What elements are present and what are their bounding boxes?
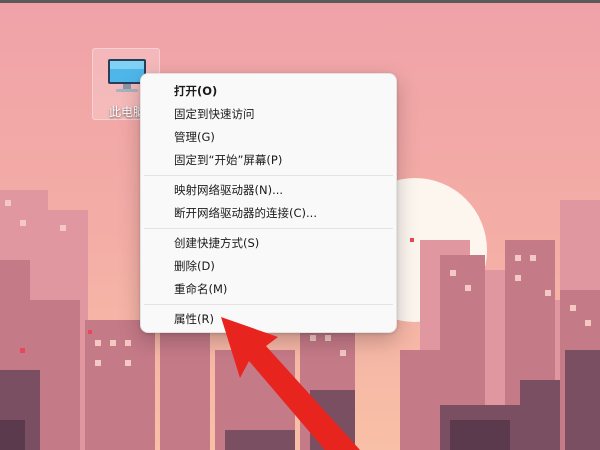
menu-item-create-shortcut[interactable]: 创建快捷方式(S) (141, 232, 396, 255)
menu-item-delete[interactable]: 删除(D) (141, 255, 396, 278)
menu-separator (144, 175, 393, 176)
menu-separator (144, 228, 393, 229)
menu-item-properties[interactable]: 属性(R) (141, 308, 396, 331)
menu-item-manage[interactable]: 管理(G) (141, 126, 396, 149)
menu-item-rename[interactable]: 重命名(M) (141, 278, 396, 301)
menu-separator (144, 304, 393, 305)
menu-item-map-network-drive[interactable]: 映射网络驱动器(N)... (141, 179, 396, 202)
menu-item-pin-quick-access[interactable]: 固定到快速访问 (141, 103, 396, 126)
menu-item-pin-start[interactable]: 固定到“开始”屏幕(P) (141, 149, 396, 172)
context-menu: 打开(O) 固定到快速访问 管理(G) 固定到“开始”屏幕(P) 映射网络驱动器… (140, 73, 397, 333)
menu-item-open[interactable]: 打开(O) (141, 80, 396, 103)
menu-item-disconnect-network-drive[interactable]: 断开网络驱动器的连接(C)... (141, 202, 396, 225)
